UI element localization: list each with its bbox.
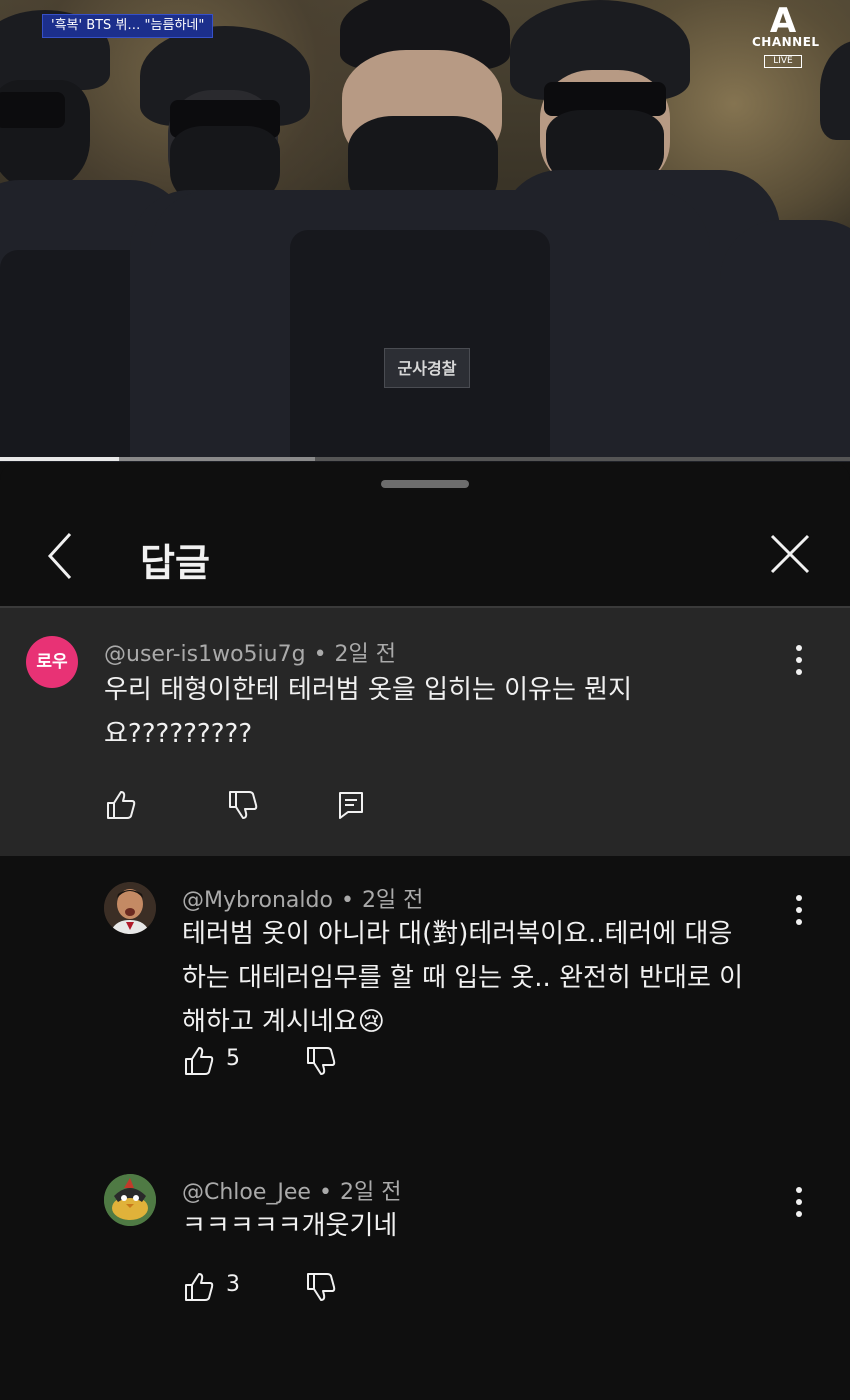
comment-time: 2일 전 [361,888,424,913]
more-vertical-icon [796,895,802,925]
avatar[interactable] [104,882,156,934]
soldier-figure-center [150,0,710,462]
comment-time: 2일 전 [334,642,397,667]
video-player[interactable]: 군사경찰 '흑복' BTS 뷔… "늠름하네" A CHANNEL LIVE [0,0,850,462]
news-caption-suffix: "늠름하네" [144,18,205,33]
like-icon [185,1273,214,1301]
like-button[interactable] [104,788,138,822]
comment-text-line: 요????????? [104,719,253,749]
like-icon [107,791,136,819]
comment-text-line: 하는 대테러임무를 할 때 입는 옷.. 완전히 반대로 이 [182,963,744,993]
progress-played [0,457,119,461]
more-options-button[interactable] [784,640,814,680]
like-button[interactable] [182,1270,216,1304]
comment-meta: @Mybronaldo • 2일 전 [182,882,423,914]
back-button[interactable] [40,524,90,584]
dislike-button[interactable] [304,1270,338,1304]
more-vertical-icon [796,645,802,675]
comment-text: ㅋㅋㅋㅋㅋ개웃기네 [182,1204,397,1248]
video-progress-bar[interactable] [0,457,850,461]
more-options-button[interactable] [784,1182,814,1222]
dislike-icon [307,1273,336,1301]
close-icon [770,534,810,574]
live-badge: LIVE [764,55,802,68]
news-caption: '흑복' BTS 뷔… "늠름하네" [42,14,214,38]
like-icon [185,1047,214,1075]
channel-a-logo: A CHANNEL LIVE [752,1,820,68]
reply-comment: @Mybronaldo • 2일 전 테러범 옷이 아니라 대(對)테러복이요..테… [0,856,850,1146]
avatar-photo-icon [104,882,156,934]
reply-comment: @Chloe_Jee • 2일 전 ㅋㅋㅋㅋㅋ개웃기네 3 [0,1150,850,1350]
meta-separator: • [318,1180,332,1205]
soldier-figure-far-right [700,0,850,462]
dislike-button[interactable] [226,788,260,822]
reply-icon [339,792,363,819]
more-options-button[interactable] [784,890,814,930]
meta-separator: • [340,888,354,913]
sheet-title: 답글 [140,541,210,585]
like-count: 3 [226,1272,240,1297]
comment-author[interactable]: @user-is1wo5iu7g [104,642,306,667]
dislike-icon [307,1047,336,1075]
channel-logo-mark: A [769,1,797,41]
comment-text-line: ㅋㅋㅋㅋㅋ개웃기네 [182,1211,398,1241]
channel-logo-name: CHANNEL [752,35,820,49]
parent-comment: 로우 @user-is1wo5iu7g • 2일 전 우리 태형이한테 테러범 옷을… [0,608,850,856]
comment-meta: @Chloe_Jee • 2일 전 [182,1174,401,1206]
chevron-left-icon [47,532,72,580]
like-button[interactable] [182,1044,216,1078]
comment-text-line: 테러범 옷이 아니라 대(對)테러복이요..테러에 대응 [182,919,733,949]
military-police-patch: 군사경찰 [384,348,470,388]
avatar-bird-icon [104,1174,156,1226]
comment-text: 우리 태형이한테 테러범 옷을 입히는 이유는 뭔지 요????????? [104,668,632,756]
meta-separator: • [313,642,327,667]
dislike-button[interactable] [304,1044,338,1078]
comment-time: 2일 전 [339,1180,402,1205]
avatar[interactable]: 로우 [26,636,78,688]
comment-author[interactable]: @Chloe_Jee [182,1180,311,1205]
comment-text-line: 우리 태형이한테 테러범 옷을 입히는 이유는 뭔지 [104,675,632,705]
close-button[interactable] [762,524,818,584]
more-vertical-icon [796,1187,802,1217]
sheet-header: 답글 [0,502,850,606]
drag-handle[interactable] [381,480,469,488]
reply-button[interactable] [334,788,368,822]
replies-sheet: 답글 로우 @user-is1wo5iu7g • 2일 전 우리 태형이한테 테러범… [0,462,850,1400]
dislike-icon [229,791,258,819]
news-caption-prefix: '흑복' BTS 뷔… [51,18,141,33]
comment-meta: @user-is1wo5iu7g • 2일 전 [104,636,396,668]
comment-author[interactable]: @Mybronaldo [182,888,333,913]
like-count: 5 [226,1046,240,1071]
comment-text: 테러범 옷이 아니라 대(對)테러복이요..테러에 대응 하는 대테러임무를 할… [182,912,743,1044]
comment-text-line: 해하고 계시네요😢 [182,1007,385,1037]
avatar[interactable] [104,1174,156,1226]
